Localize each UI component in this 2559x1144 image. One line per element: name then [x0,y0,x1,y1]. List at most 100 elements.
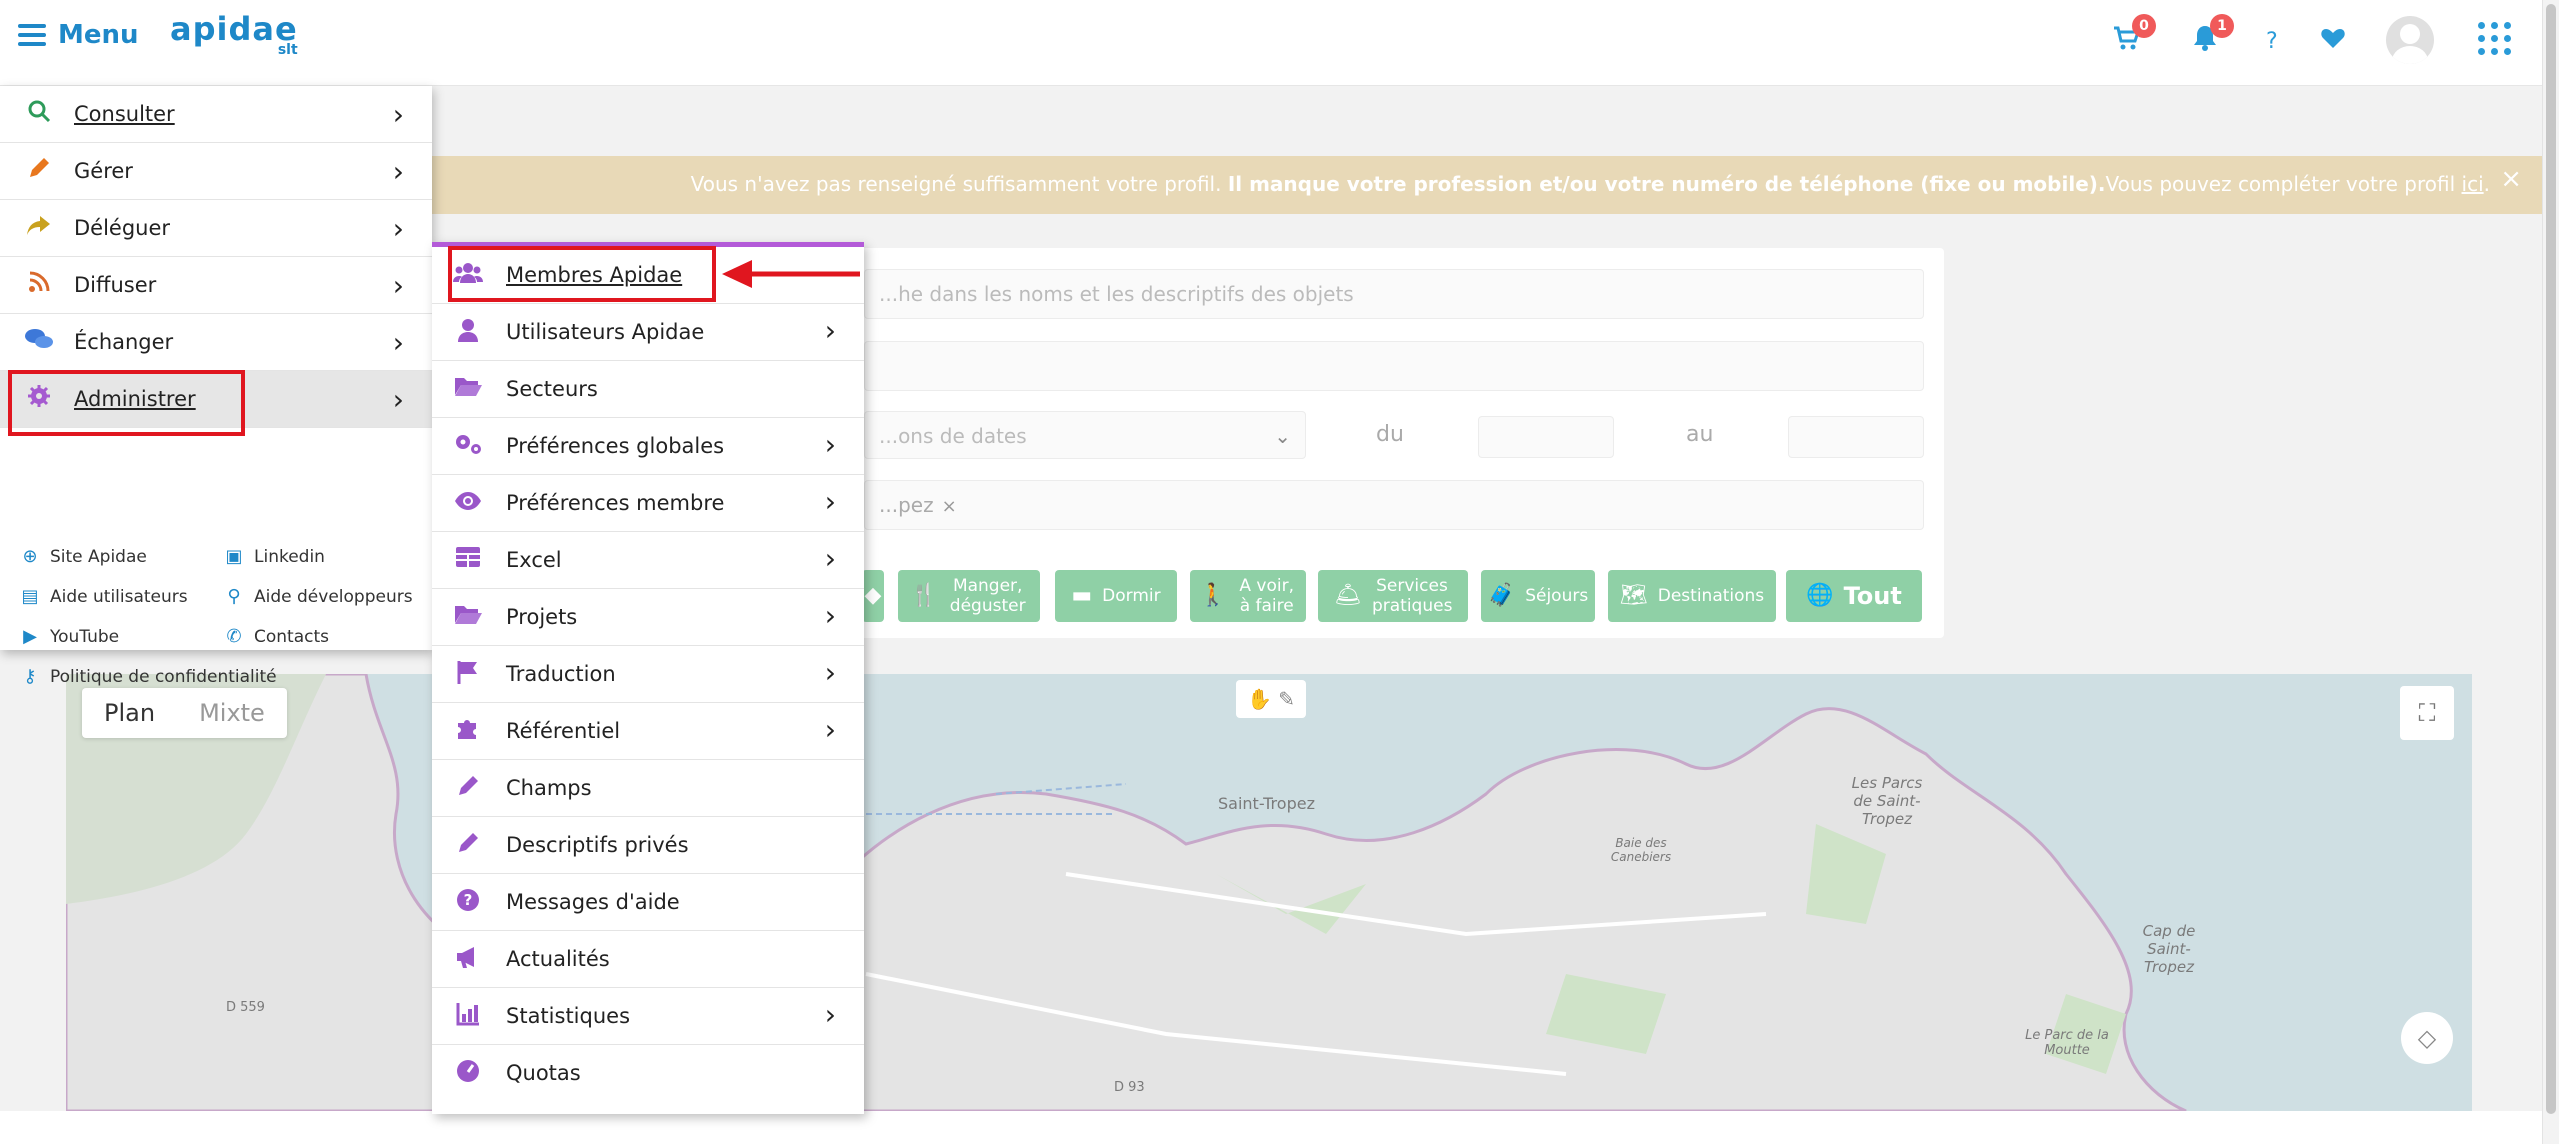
pen-icon[interactable]: ✎ [1278,687,1295,711]
map-label-cap: Cap de Saint-Tropez [2142,922,2196,976]
category-button-manger[interactable]: 🍴 Manger, déguster [898,570,1040,622]
submenu-item-statistiques[interactable]: Statistiques › [432,988,864,1045]
submenu-item-label: Messages d'aide [506,890,680,914]
submenu-item-label: Actualités [506,947,610,971]
menu-item-consulter[interactable]: Consulter › [0,86,432,143]
link-linkedin[interactable]: ▣ Linkedin [224,546,324,567]
chevron-right-icon: › [824,428,836,461]
map-label-parc-moutte: Le Parc de la Moutte [2025,1028,2109,1058]
submenu-item-actualites[interactable]: Actualités [432,931,864,988]
menu-item-label: Gérer [74,159,133,183]
hamburger-icon [18,24,46,46]
date-mode-select[interactable]: ...ons de dates ⌄ [864,411,1306,459]
link-youtube[interactable]: ▶ YouTube [20,626,119,647]
secondary-search-input[interactable] [864,341,1924,391]
chart-icon [452,1002,484,1032]
category-button-dormir[interactable]: ▬ Dormir [1055,570,1177,622]
chevron-right-icon: › [392,325,404,359]
svg-text:?: ? [464,891,473,909]
link-politique[interactable]: ⚷ Politique de confidentialité [20,666,276,687]
heart-icon[interactable] [2320,26,2346,55]
chevron-right-icon: › [824,656,836,689]
submenu-item-champs[interactable]: Champs [432,760,864,817]
keyword-search-input[interactable]: ...he dans les noms et les descriptifs d… [864,269,1924,319]
menu-item-deleguer[interactable]: Déléguer › [0,200,432,257]
link-contacts[interactable]: ✆ Contacts [224,626,329,647]
map-tab-mixte[interactable]: Mixte [177,688,287,738]
annotation-arrow-icon [722,260,860,288]
fish-icon: ◆ [864,583,882,608]
submenu-item-label: Référentiel [506,719,621,743]
submenu-item-messages-aide[interactable]: ? Messages d'aide [432,874,864,931]
submenu-item-quotas[interactable]: Quotas [432,1045,864,1102]
link-site-apidae[interactable]: ⊕ Site Apidae [20,546,146,567]
bell-icon[interactable]: 1 [2192,14,2234,57]
location-filter-input[interactable]: ...pez × [864,480,1924,530]
chevron-right-icon: › [824,542,836,575]
phone-icon: ✆ [226,626,242,647]
submenu-item-label: Champs [506,776,592,800]
submenu-item-descriptifs-prives[interactable]: Descriptifs privés [432,817,864,874]
help-icon[interactable]: ? [2266,28,2278,56]
bed-icon: ▬ [1071,583,1093,608]
chevron-right-icon: › [824,713,836,746]
submenu-item-label: Utilisateurs Apidae [506,320,705,344]
submenu-item-utilisateurs[interactable]: Utilisateurs Apidae › [432,304,864,361]
menu-label: Menu [58,20,139,50]
date-from-input[interactable] [1478,416,1614,458]
user-avatar[interactable] [2386,16,2434,64]
suitcase-icon: 🧳 [1487,583,1516,608]
submenu-item-projets[interactable]: Projets › [432,589,864,646]
category-button-tout[interactable]: 🌐 Tout [1786,570,1922,622]
chevron-right-icon: › [824,599,836,632]
map-label-d559: D 559 [226,1000,265,1015]
link-aide-utilisateurs[interactable]: ▤ Aide utilisateurs [20,586,187,607]
apps-grid-icon[interactable] [2478,22,2511,55]
category-button-services[interactable]: 🛎 Services pratiques [1318,570,1468,622]
category-button-0[interactable]: ◆ [862,570,884,622]
menu-item-diffuser[interactable]: Diffuser › [0,257,432,314]
alert-close-button[interactable]: × [2500,164,2522,194]
walking-icon: 🚶 [1199,583,1227,608]
menu-item-echanger[interactable]: Échanger › [0,314,432,371]
submenu-item-label: Préférences globales [506,434,725,458]
alert-text: Vous n'avez pas renseigné suffisamment v… [690,172,2490,196]
page-scrollbar[interactable] [2542,0,2559,1144]
megaphone-icon [452,945,484,975]
fullscreen-icon[interactable]: ⛶ [2400,686,2454,740]
map-icon: 🗺 [1619,583,1648,608]
scrollbar-thumb[interactable] [2546,4,2556,1114]
submenu-item-traduction[interactable]: Traduction › [432,646,864,703]
cart-icon[interactable]: 0 [2112,14,2156,57]
map-label-baie: Baie des Canebiers [1610,836,1672,864]
menu-item-gerer[interactable]: Gérer › [0,143,432,200]
table-icon [452,546,484,574]
chevron-right-icon: › [824,485,836,518]
category-button-avoir[interactable]: 🚶 A voir, à faire [1190,570,1306,622]
hand-icon[interactable]: ✋ [1247,687,1272,711]
question-icon: ? [452,888,484,918]
date-to-input[interactable] [1788,416,1924,458]
eye-icon [452,489,484,517]
map-label-saint-tropez: Saint-Tropez [1218,794,1315,813]
submenu-item-preferences-globales[interactable]: Préférences globales › [432,418,864,475]
submenu-item-secteurs[interactable]: Secteurs [432,361,864,418]
location-chip: ...pez [879,493,934,517]
submenu-item-label: Descriptifs privés [506,833,689,857]
submenu-item-preferences-membre[interactable]: Préférences membre › [432,475,864,532]
map-tab-plan[interactable]: Plan [82,688,177,738]
link-aide-developpeurs[interactable]: ⚲ Aide développeurs [224,586,412,607]
menu-button[interactable]: Menu [18,20,139,50]
annotation-highlight-membres-apidae [448,246,716,302]
alert-link[interactable]: ici [2462,172,2484,196]
map-draw-tools[interactable]: ✋ ✎ [1236,680,1306,718]
chip-remove-icon[interactable]: × [942,496,957,517]
search-icon: ⚲ [227,586,241,607]
recenter-icon[interactable]: ◇ [2401,1012,2453,1064]
category-button-destinations[interactable]: 🗺 Destinations [1608,570,1776,622]
apidae-logo[interactable]: apidae slt [170,13,298,58]
category-button-sejours[interactable]: 🧳 Séjours [1481,570,1595,622]
menu-item-label: Consulter [74,102,175,126]
submenu-item-excel[interactable]: Excel › [432,532,864,589]
submenu-item-referentiel[interactable]: Référentiel › [432,703,864,760]
